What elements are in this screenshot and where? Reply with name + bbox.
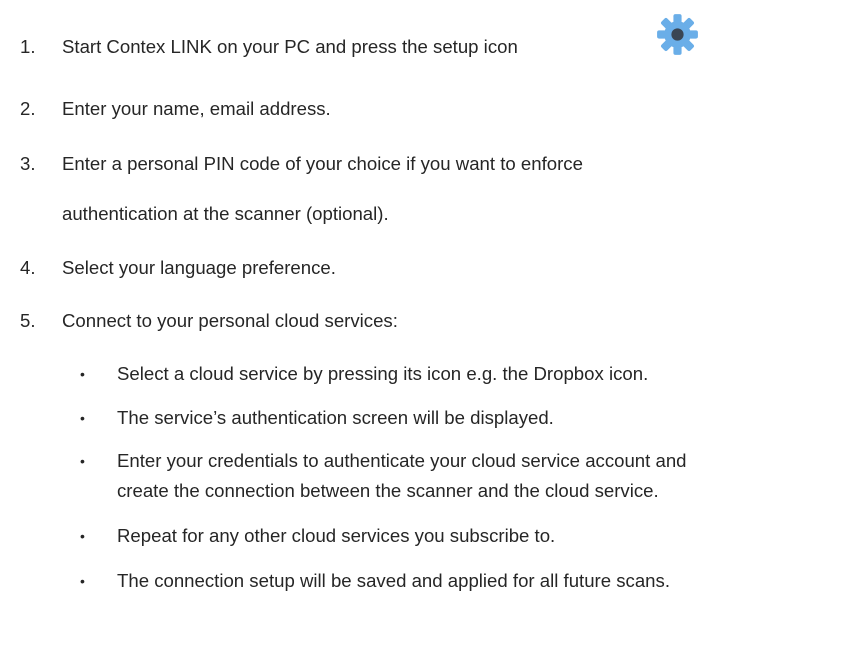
step-text: Enter your name, email address.	[62, 98, 331, 119]
bullet-symbol: •	[80, 528, 85, 544]
step-text: Select your language preference.	[62, 257, 336, 278]
step-number: 2.	[20, 98, 36, 119]
step-number: 5.	[20, 310, 36, 331]
bullet-symbol: •	[80, 573, 85, 589]
step-number: 3.	[20, 153, 36, 174]
step-text: Enter a personal PIN code of your choice…	[62, 153, 583, 174]
bullet-symbol: •	[80, 366, 85, 382]
gear-icon	[657, 14, 698, 55]
bullet-text: Select a cloud service by pressing its i…	[117, 363, 649, 384]
bullet-text: The service’s authentication screen will…	[117, 407, 554, 428]
bullet-symbol: •	[80, 453, 85, 469]
step-text: Connect to your personal cloud services:	[62, 310, 398, 331]
instruction-document: 1. Start Contex LINK on your PC and pres…	[0, 0, 851, 656]
step-text: authentication at the scanner (optional)…	[62, 203, 389, 224]
step-number: 1.	[20, 36, 36, 57]
bullet-text: Repeat for any other cloud services you …	[117, 525, 556, 546]
step-number: 4.	[20, 257, 36, 278]
bullet-text: The connection setup will be saved and a…	[117, 570, 670, 591]
bullet-text: create the connection between the scanne…	[117, 480, 659, 501]
bullet-text: Enter your credentials to authenticate y…	[117, 450, 687, 471]
bullet-symbol: •	[80, 410, 85, 426]
step-text: Start Contex LINK on your PC and press t…	[62, 36, 518, 57]
